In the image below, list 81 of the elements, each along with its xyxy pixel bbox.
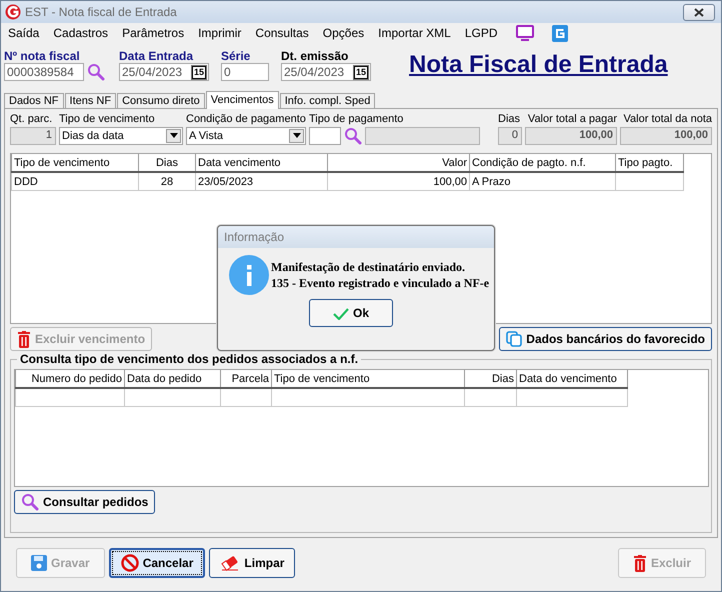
column-header[interactable]: Data do pedido — [124, 370, 220, 388]
field-label: Condição de pagamento — [186, 113, 306, 126]
input-field: 1 — [10, 126, 56, 144]
input-field: 100,00 — [525, 126, 617, 144]
check-icon — [332, 306, 349, 320]
window-title: EST - Nota fiscal de Entrada — [25, 5, 177, 19]
clear-button[interactable]: Limpar — [209, 548, 296, 578]
column-header[interactable]: Numero do pedido — [16, 370, 124, 388]
date-field[interactable]: 25/04/2023 15 — [281, 63, 371, 81]
menu-item[interactable]: Imprimir — [198, 26, 242, 40]
menu-item[interactable]: Saída — [8, 26, 40, 40]
table-cell: DDD — [12, 172, 138, 190]
group-title: Consulta tipo de vencimento dos pedidos associados a n.f. — [17, 352, 362, 366]
dropdown-arrow-icon — [170, 133, 178, 138]
tab[interactable]: Vencimentos — [206, 91, 279, 109]
trash-icon — [17, 330, 31, 348]
field-label: Dt. emissão — [281, 49, 350, 63]
input-field: 0 — [498, 126, 522, 144]
search-icon — [344, 126, 362, 144]
bank-details-button[interactable]: Dados bancários do favorecido — [499, 327, 712, 351]
dropdown[interactable]: Dias da data — [59, 126, 183, 144]
close-button[interactable] — [683, 4, 715, 20]
column-header[interactable]: Valor — [328, 154, 470, 172]
field-label: Série — [221, 49, 252, 63]
tab[interactable]: Consumo direto — [117, 93, 205, 108]
tab[interactable]: Dados NF — [4, 93, 64, 108]
column-header[interactable]: Condição de pagto. n.f. — [470, 154, 616, 172]
input-field: 100,00 — [620, 126, 712, 144]
column-header[interactable]: Dias — [138, 154, 196, 172]
column-header[interactable]: Parcela — [220, 370, 272, 388]
field-label: Qt. parc. — [10, 113, 54, 126]
copy-icon — [506, 331, 522, 347]
column-header[interactable]: Tipo pagto. — [616, 154, 684, 172]
consult-orders-button[interactable]: Consultar pedidos — [14, 490, 156, 514]
field-label: Valor total da nota — [622, 113, 712, 126]
search-icon — [21, 493, 39, 511]
input-field[interactable]: 0000389584 — [4, 63, 84, 81]
input-field[interactable]: 0 — [221, 63, 269, 81]
field-label: Valor total a pagar — [526, 113, 617, 126]
column-header[interactable]: Tipo de vencimento — [12, 154, 138, 172]
prohibited-icon — [120, 554, 139, 572]
dialog-title: Informação — [218, 226, 494, 248]
calendar-button[interactable]: 15 — [354, 66, 368, 78]
monitor-icon — [516, 25, 534, 41]
field-label: Tipo de vencimento — [59, 113, 156, 126]
dropdown-arrow-icon — [292, 133, 300, 138]
column-header[interactable]: Dias — [464, 370, 516, 388]
info-icon — [229, 255, 269, 295]
table-cell: 23/05/2023 — [196, 172, 328, 190]
column-header[interactable]: Tipo de vencimento — [272, 370, 464, 388]
menu-item[interactable]: Parâmetros — [122, 26, 184, 40]
table-cell: 28 — [138, 172, 196, 190]
menu-item[interactable]: Consultas — [255, 26, 309, 40]
input-field[interactable] — [309, 126, 341, 144]
close-icon — [694, 8, 704, 16]
calendar-button[interactable]: 15 — [192, 66, 206, 78]
menu-item[interactable]: LGPD — [464, 26, 498, 40]
tab[interactable]: Itens NF — [64, 93, 116, 108]
dropdown[interactable]: A Vista — [186, 126, 306, 144]
tab[interactable]: Info. compl. Sped — [280, 93, 376, 108]
message-text: Manifestação de destinatário enviado. — [271, 259, 466, 275]
table-cell: 100,00 — [328, 172, 470, 190]
field-label: Tipo de pagamento — [309, 113, 404, 126]
menu-item[interactable]: Importar XML — [378, 26, 451, 40]
column-header[interactable]: Data do vencimento — [516, 370, 628, 388]
menu-item[interactable]: Cadastros — [53, 26, 108, 40]
app-logo-icon — [5, 4, 21, 20]
field-label: Data Entrada — [119, 49, 194, 63]
cancel-button[interactable]: Cancelar — [108, 548, 206, 578]
trash-icon — [632, 554, 647, 572]
message-text: 135 - Evento registrado e vinculado a NF-e — [271, 275, 490, 291]
g-logo-icon — [552, 24, 568, 42]
table-cell: A Prazo — [470, 172, 616, 190]
field-label: Dias — [498, 113, 522, 126]
page-title: Nota Fiscal de Entrada — [409, 51, 668, 79]
ok-button[interactable]: Ok — [309, 299, 393, 327]
menu-item[interactable]: Opções — [322, 26, 364, 40]
date-field[interactable]: 25/04/2023 15 — [119, 63, 209, 81]
search-icon — [87, 63, 105, 81]
column-header[interactable]: Data vencimento — [196, 154, 328, 172]
field-label: Nº nota fiscal — [4, 49, 81, 63]
